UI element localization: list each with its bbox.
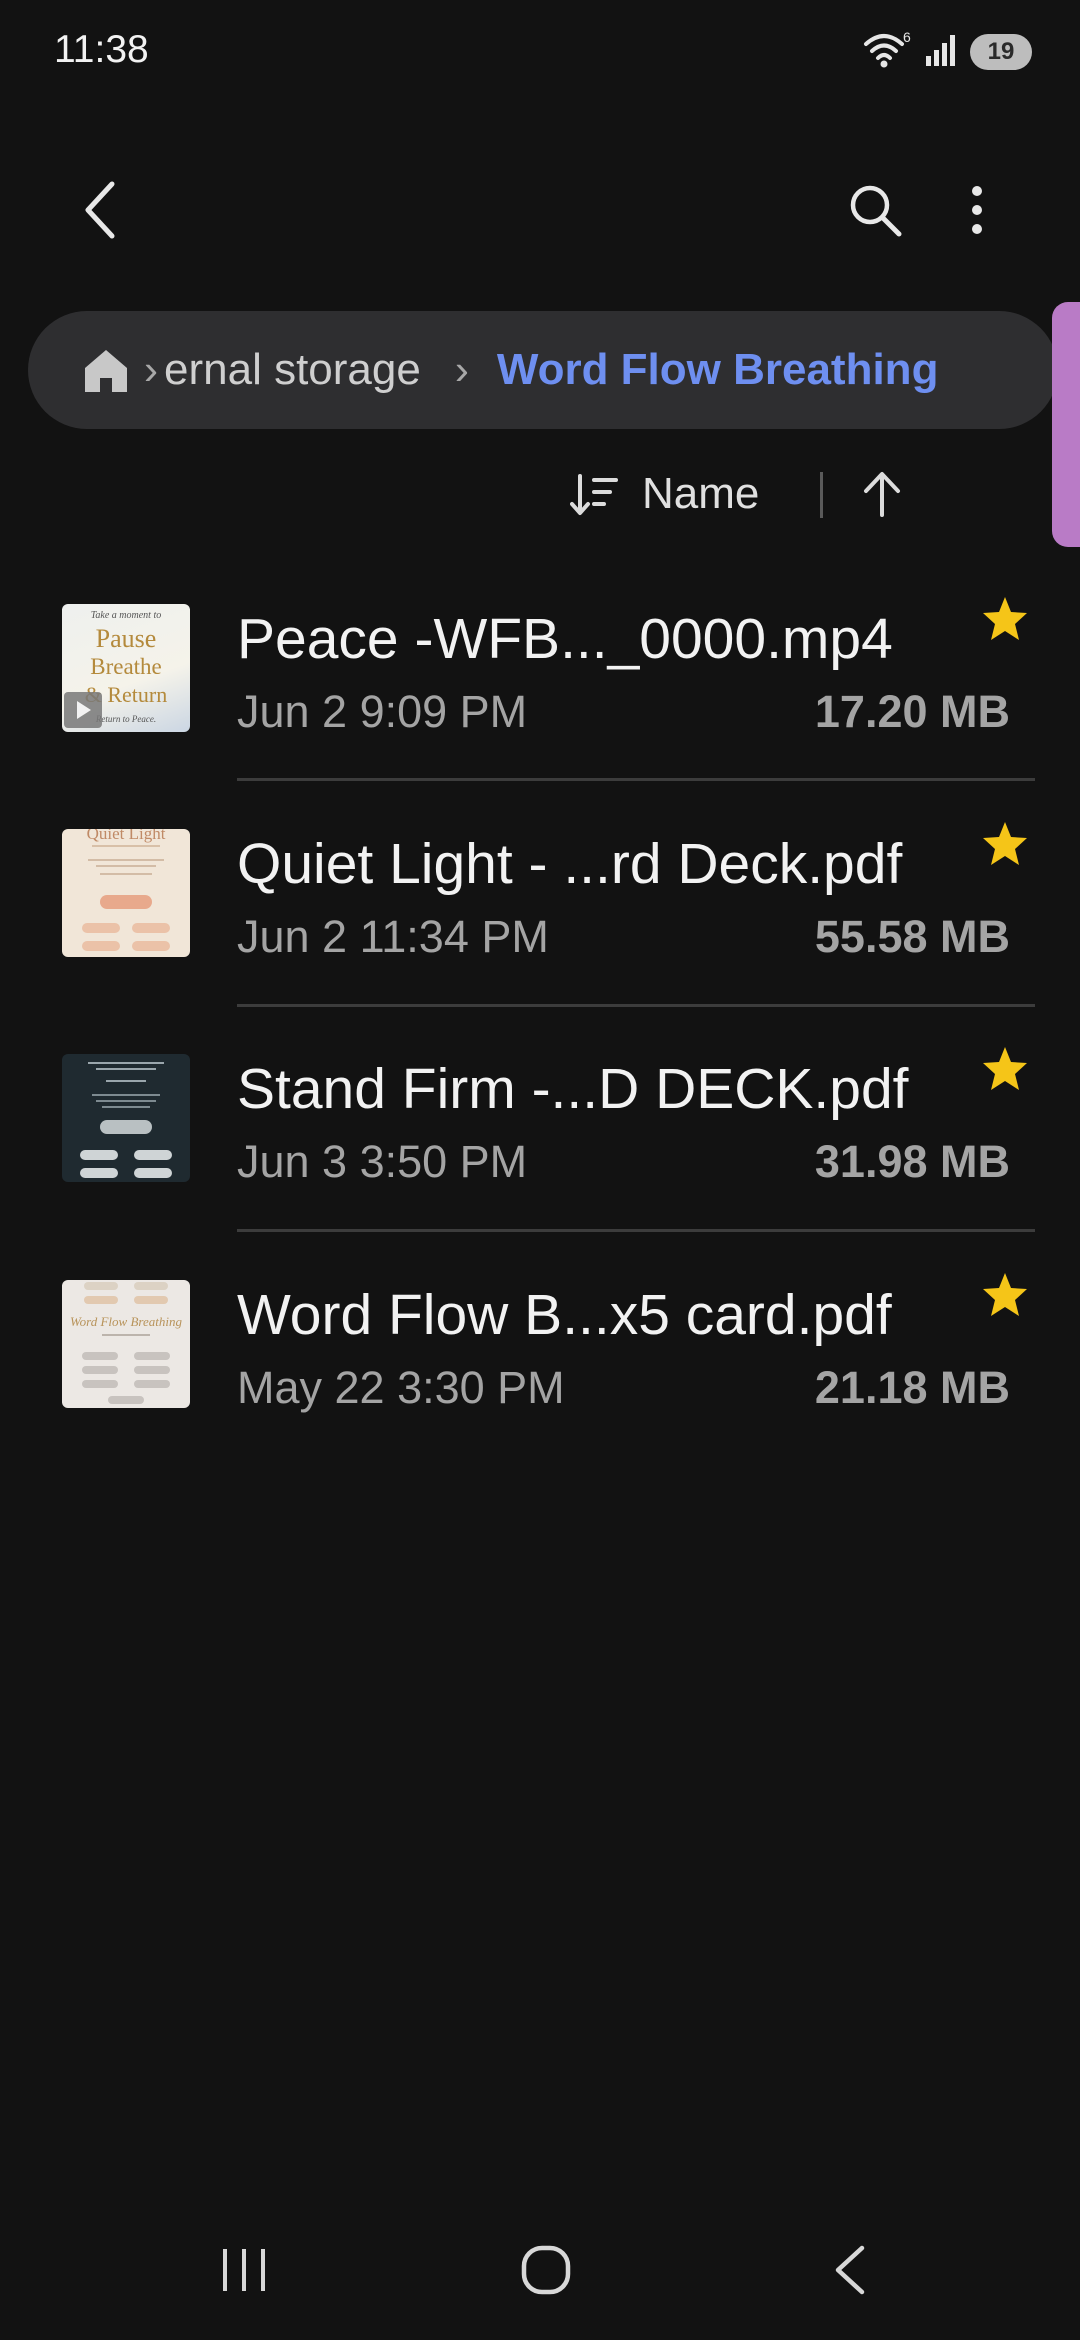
more-options-button[interactable] — [932, 165, 1022, 255]
wifi-icon: 6 — [862, 29, 914, 75]
recents-icon — [223, 2249, 265, 2291]
breadcrumb: › ernal storage › Word Flow Breathing — [28, 311, 1058, 429]
favorite-star-icon[interactable] — [980, 1270, 1030, 1320]
search-icon — [850, 185, 902, 237]
svg-text:Quiet Light: Quiet Light — [87, 829, 166, 843]
favorite-star-icon[interactable] — [980, 1044, 1030, 1094]
home-icon — [85, 350, 127, 392]
file-name: Quiet Light - ...rd Deck.pdf — [237, 832, 903, 896]
list-divider — [237, 1004, 1035, 1007]
nav-home-button[interactable] — [496, 2230, 596, 2310]
file-name: Word Flow B...x5 card.pdf — [237, 1283, 892, 1347]
breadcrumb-item-internal-storage[interactable]: ernal storage — [164, 345, 421, 395]
nav-back-icon — [835, 2245, 865, 2295]
file-manager-screen: 11:38 6 19 › ernal storage › Word Flow B… — [0, 0, 1080, 2340]
favorite-star-icon[interactable] — [980, 594, 1030, 644]
chevron-right-icon: › — [454, 346, 469, 393]
nav-recents-button[interactable] — [194, 2230, 294, 2310]
file-date: Jun 3 3:50 PM — [237, 1136, 528, 1187]
nav-back-button[interactable] — [800, 2230, 900, 2310]
status-time: 11:38 — [54, 28, 149, 71]
file-item[interactable]: Take a moment to Pause Breathe & Return … — [0, 597, 1080, 829]
breadcrumb-current: Word Flow Breathing — [496, 345, 939, 394]
file-item[interactable]: Stand Firm -...D DECK.pdf Jun 3 3:50 PM … — [0, 1047, 1080, 1279]
file-date: Jun 2 11:34 PM — [237, 911, 549, 962]
search-button[interactable] — [830, 165, 920, 255]
file-thumbnail: Quiet Light — [62, 829, 190, 957]
file-name: Stand Firm -...D DECK.pdf — [237, 1057, 909, 1121]
home-circle-icon — [521, 2245, 571, 2295]
chevron-right-icon: › — [144, 346, 158, 393]
file-thumbnail — [62, 1054, 190, 1182]
more-vert-icon — [972, 186, 982, 234]
list-divider — [237, 778, 1035, 781]
file-thumbnail: Take a moment to Pause Breathe & Return … — [62, 604, 190, 732]
battery-indicator: 19 — [970, 34, 1032, 70]
back-button[interactable] — [55, 165, 145, 255]
file-size: 55.58 MB — [814, 911, 1010, 962]
signal-icon — [924, 32, 960, 73]
favorite-star-icon[interactable] — [980, 819, 1030, 869]
wifi-badge: 6 — [903, 30, 911, 45]
sort-icon[interactable] — [570, 472, 618, 523]
breadcrumb-home[interactable] — [78, 342, 134, 398]
sort-divider — [820, 472, 823, 518]
file-size: 17.20 MB — [814, 686, 1010, 737]
file-item[interactable]: Quiet Light Quiet Light - ...rd Deck.pdf… — [0, 822, 1080, 1054]
play-icon — [64, 692, 102, 728]
file-date: May 22 3:30 PM — [237, 1362, 565, 1413]
sort-direction-button[interactable] — [860, 469, 904, 524]
file-name: Peace -WFB..._0000.mp4 — [237, 607, 893, 671]
back-arrow-icon — [85, 181, 115, 239]
file-date: Jun 2 9:09 PM — [237, 686, 528, 737]
file-size: 21.18 MB — [814, 1362, 1010, 1413]
list-divider — [237, 1229, 1035, 1232]
svg-text:Word Flow Breathing: Word Flow Breathing — [70, 1314, 182, 1329]
sort-row: Name — [480, 455, 1080, 535]
status-icons: 6 19 — [862, 29, 1032, 75]
file-thumbnail: Word Flow Breathing — [62, 1280, 190, 1408]
sort-by-label[interactable]: Name — [642, 469, 759, 519]
file-item[interactable]: Word Flow Breathing Word Flow B...x5 car… — [0, 1273, 1080, 1505]
file-size: 31.98 MB — [814, 1136, 1010, 1187]
arrow-up-icon — [864, 472, 900, 517]
